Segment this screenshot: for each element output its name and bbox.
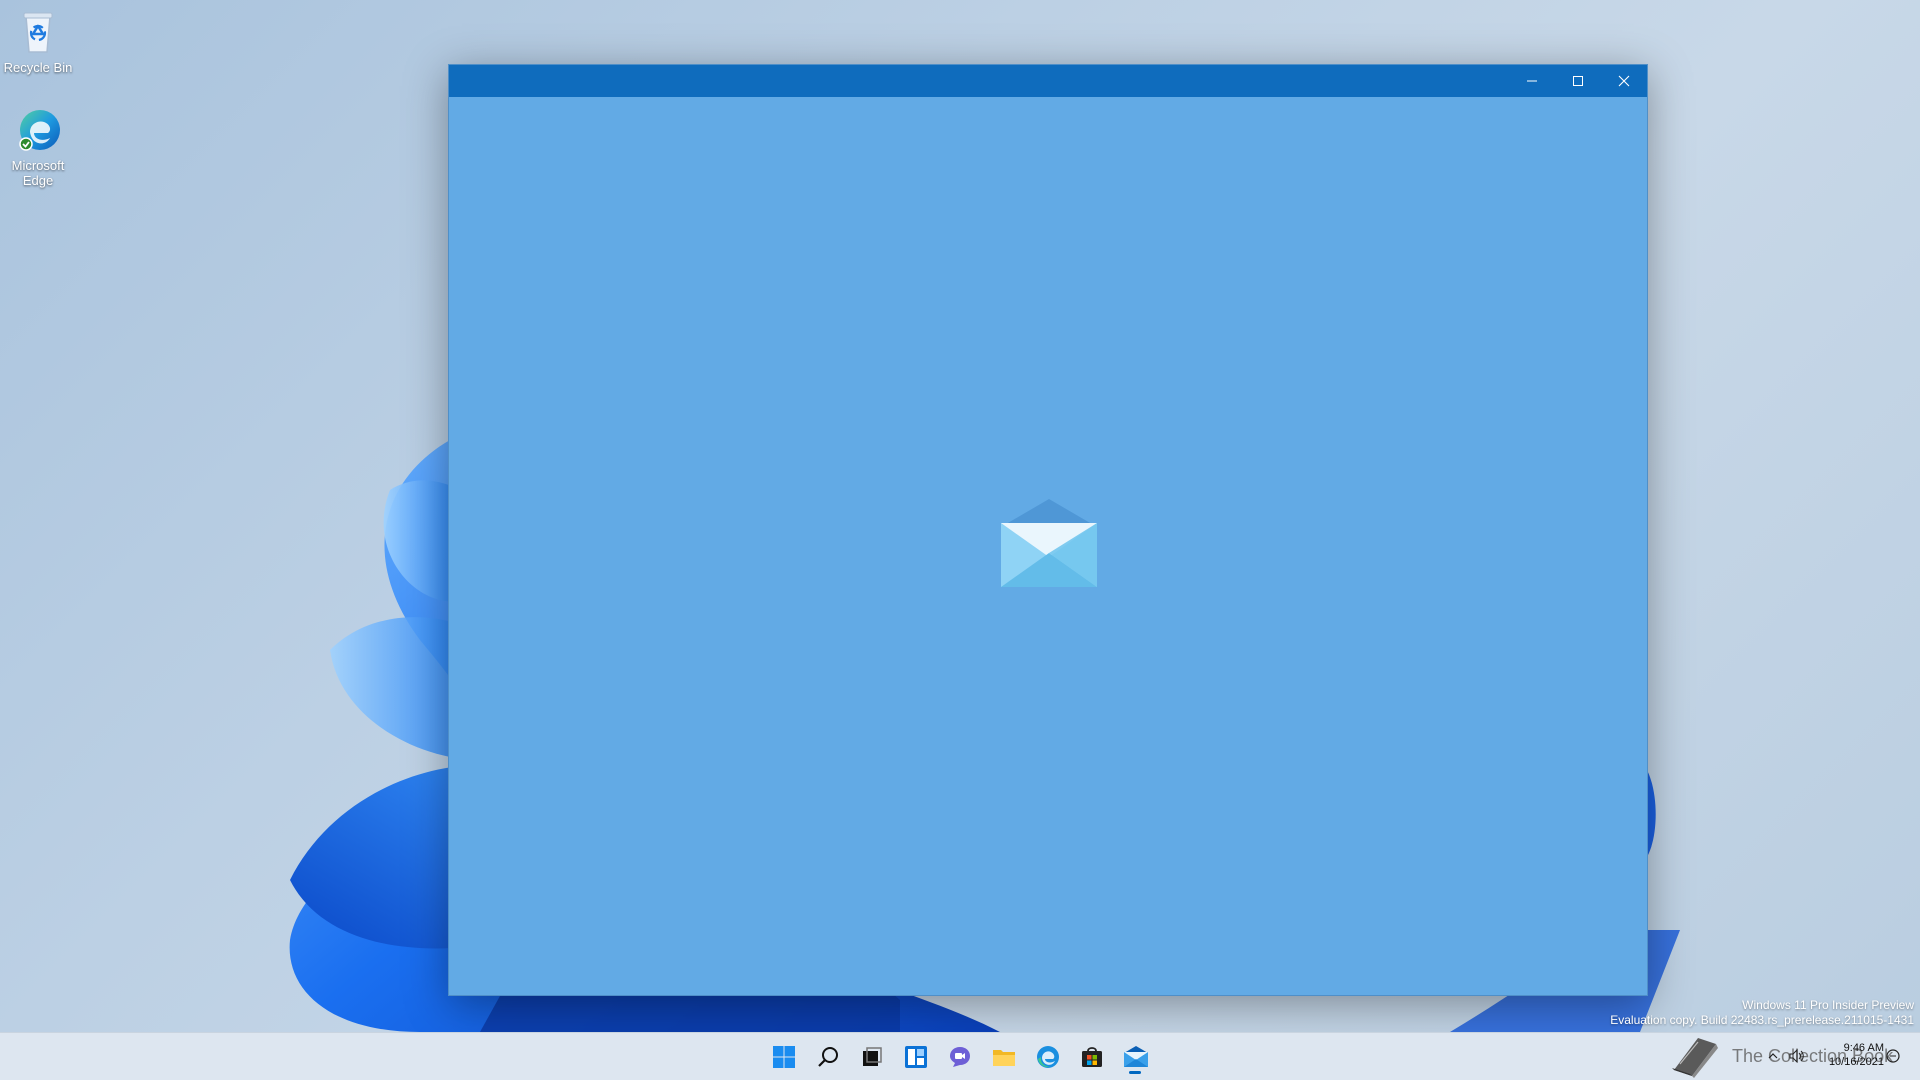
task-view-icon — [863, 1047, 882, 1066]
start-icon — [773, 1046, 795, 1068]
taskbar-active-indicator — [1129, 1071, 1141, 1074]
taskbar — [0, 1032, 1920, 1080]
volume-icon — [1789, 1049, 1804, 1063]
maximize-icon — [1573, 76, 1583, 86]
desktop-icon-label: Microsoft Edge — [11, 158, 65, 188]
window-titlebar[interactable] — [449, 65, 1647, 97]
taskbar-chat-button[interactable] — [944, 1041, 976, 1073]
taskbar-task-view-button[interactable] — [856, 1041, 888, 1073]
taskbar-widgets-button[interactable] — [900, 1041, 932, 1073]
notification-icon — [1886, 1049, 1900, 1063]
store-icon — [1082, 1047, 1102, 1067]
desktop-icon-label: Recycle Bin — [3, 60, 73, 75]
close-button[interactable] — [1601, 65, 1647, 97]
taskbar-mail-button[interactable] — [1120, 1041, 1152, 1073]
watermark-edition: Windows 11 Pro Insider Preview — [1742, 998, 1914, 1012]
close-icon — [1618, 75, 1630, 87]
taskbar-start-button[interactable] — [768, 1041, 800, 1073]
taskbar-clock[interactable]: 9:46 AM 10/16/2021 — [1829, 1041, 1884, 1069]
clock-date: 10/16/2021 — [1828, 1056, 1884, 1068]
recycle-bin-icon — [14, 8, 62, 56]
watermark-build: Evaluation copy. Build 22483.rs_prerelea… — [1610, 1013, 1914, 1027]
chat-icon — [950, 1047, 970, 1067]
desktop-icon-microsoft-edge[interactable]: Microsoft Edge — [0, 106, 76, 188]
mail-envelope-icon — [1001, 499, 1097, 587]
widgets-icon — [905, 1046, 927, 1068]
desktop-icon-recycle-bin[interactable]: Recycle Bin — [0, 8, 76, 75]
taskbar-store-button[interactable] — [1076, 1041, 1108, 1073]
edge-icon — [14, 106, 62, 154]
taskbar-search-button[interactable] — [812, 1041, 844, 1073]
taskbar-edge-button[interactable] — [1032, 1041, 1064, 1073]
system-tray — [1762, 1032, 1810, 1080]
book-icon — [1672, 1038, 1718, 1078]
edge-icon — [1037, 1046, 1059, 1068]
file-explorer-icon — [993, 1050, 1015, 1066]
mail-icon — [1124, 1046, 1148, 1067]
evaluation-watermark: Windows 11 Pro Insider Preview Evaluatio… — [1610, 998, 1914, 1028]
notification-button[interactable] — [1884, 1047, 1902, 1065]
search-icon — [818, 1047, 838, 1067]
minimize-button[interactable] — [1509, 65, 1555, 97]
tray-overflow-button[interactable] — [1762, 1050, 1784, 1062]
taskbar-file-explorer-button[interactable] — [988, 1041, 1020, 1073]
maximize-button[interactable] — [1555, 65, 1601, 97]
chevron-up-icon — [1768, 1053, 1778, 1059]
tray-volume-button[interactable] — [1784, 1049, 1810, 1063]
minimize-icon — [1527, 80, 1537, 82]
mail-app-window[interactable] — [448, 64, 1648, 996]
clock-time: 9:46 AM — [1843, 1042, 1884, 1054]
mail-splash-logo — [999, 493, 1099, 593]
